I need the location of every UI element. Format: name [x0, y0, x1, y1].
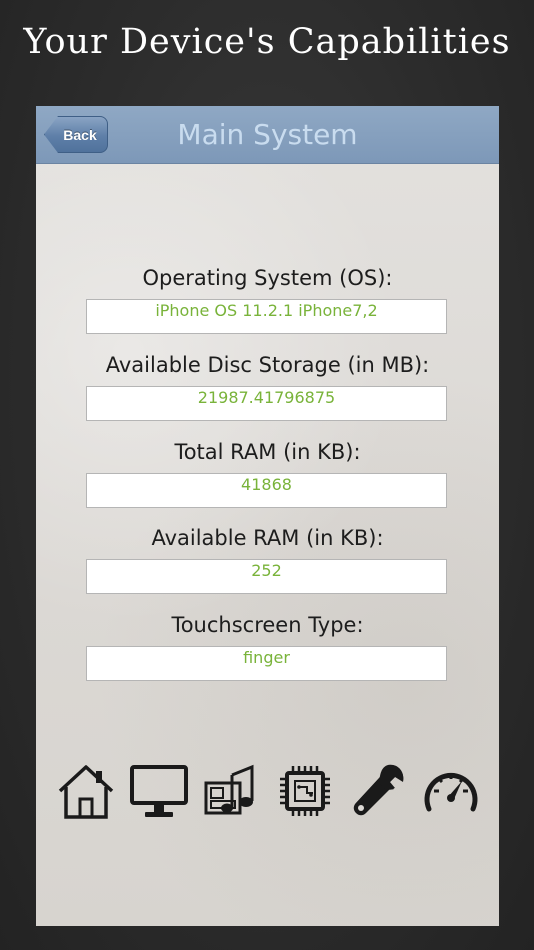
page-title: Main System	[177, 118, 358, 151]
touchscreen-type-value-field: finger	[86, 646, 447, 681]
total-ram-label: Total RAM (in KB):	[174, 440, 361, 464]
os-value-field: iPhone OS 11.2.1 iPhone7,2	[86, 299, 447, 334]
display-button[interactable]	[129, 761, 189, 821]
available-ram-value-field: 252	[86, 559, 447, 594]
touchscreen-type-label: Touchscreen Type:	[171, 613, 364, 637]
available-ram-label: Available RAM (in KB):	[151, 526, 384, 550]
app-screen: Back Main System Operating System (OS): …	[36, 106, 499, 926]
total-ram-value-field: 41868	[86, 473, 447, 508]
screenshot-headline: Your Device's Capabilities	[23, 22, 511, 62]
navigation-bar: Back Main System	[36, 106, 499, 164]
disc-storage-value-field: 21987.41796875	[86, 386, 447, 421]
wrench-icon	[353, 764, 404, 816]
home-icon	[58, 765, 114, 819]
chip-icon	[280, 766, 330, 816]
monitor-icon	[130, 765, 188, 817]
media-button[interactable]	[202, 761, 262, 821]
disc-storage-label: Available Disc Storage (in MB):	[105, 353, 430, 377]
performance-button[interactable]	[421, 761, 481, 821]
home-button[interactable]	[56, 761, 116, 821]
bottom-toolbar	[56, 761, 481, 821]
tools-button[interactable]	[348, 761, 408, 821]
media-icon	[204, 764, 254, 815]
os-label: Operating System (OS):	[142, 266, 393, 290]
speedometer-icon	[424, 772, 478, 812]
processor-button[interactable]	[275, 761, 335, 821]
